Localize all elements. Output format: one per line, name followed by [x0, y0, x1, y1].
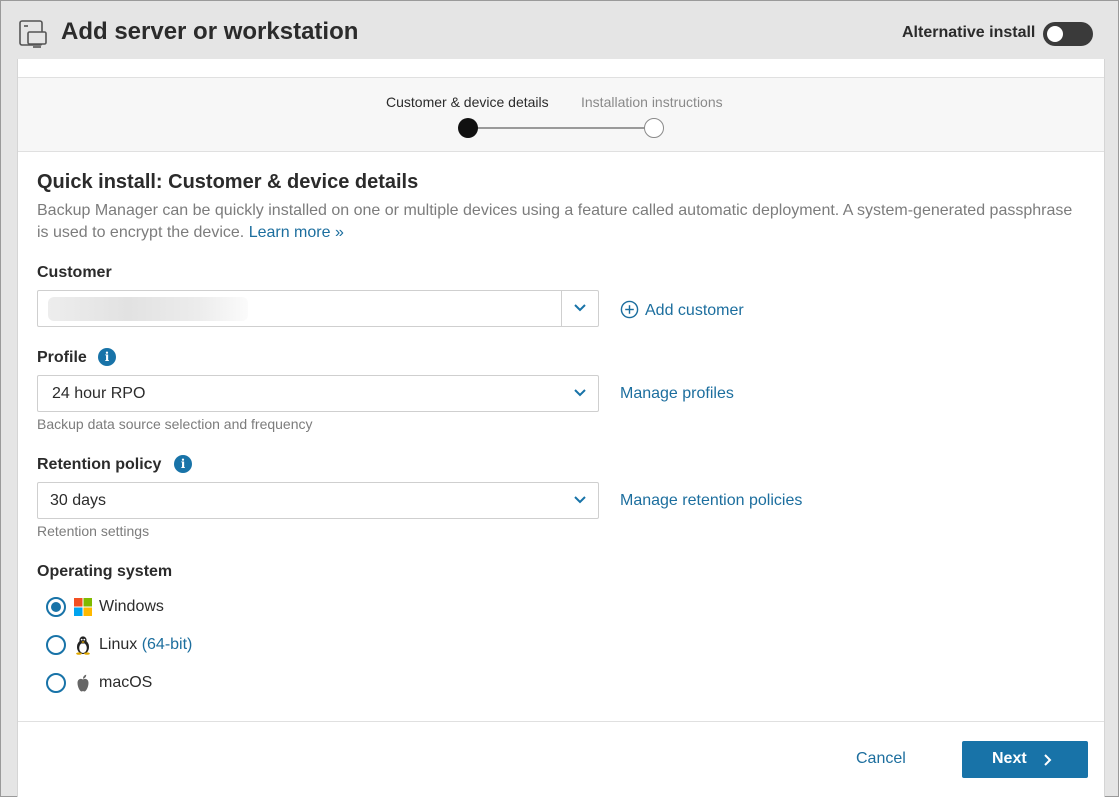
select-divider	[561, 291, 562, 326]
step-customer-details: Customer & device details	[386, 94, 549, 110]
profile-label: Profile	[37, 349, 87, 366]
windows-icon	[74, 598, 92, 616]
dialog-window: Add server or workstation Alternative in…	[0, 0, 1119, 797]
add-customer-link[interactable]: Add customer	[620, 300, 744, 320]
add-customer-label: Add customer	[645, 302, 744, 319]
stepper-line	[468, 127, 654, 129]
alternative-install-toggle[interactable]	[1043, 22, 1093, 46]
chevron-down-icon	[574, 389, 586, 397]
retention-info-icon[interactable]: i	[174, 455, 192, 473]
step-dot-next	[644, 118, 664, 138]
section-title: Quick install: Customer & device details	[37, 171, 419, 193]
macos-label: macOS	[99, 674, 153, 691]
customer-value-redacted	[48, 297, 248, 321]
apple-icon	[77, 674, 89, 692]
linux-64bit-note: (64-bit)	[141, 636, 193, 653]
alternative-install-label: Alternative install	[902, 24, 1036, 41]
retention-value: 30 days	[50, 492, 107, 509]
profile-info-icon[interactable]: i	[98, 348, 116, 366]
step-installation-instructions: Installation instructions	[581, 94, 723, 110]
chevron-down-icon[interactable]	[572, 300, 588, 316]
dialog-header: Add server or workstation Alternative in…	[1, 1, 1118, 61]
learn-more-link[interactable]: Learn more »	[249, 224, 344, 241]
radio-macos[interactable]	[46, 673, 66, 693]
os-label: Operating system	[37, 563, 173, 580]
install-card: Customer & device details Installation i…	[17, 59, 1105, 797]
footer-divider	[18, 721, 1104, 722]
retention-label: Retention policy	[37, 456, 162, 473]
windows-label: Windows	[99, 598, 164, 615]
manage-retention-link[interactable]: Manage retention policies	[620, 492, 802, 510]
radio-windows[interactable]	[46, 597, 66, 617]
retention-select[interactable]: 30 days	[37, 482, 599, 519]
plus-circle-icon	[620, 300, 639, 319]
description-text: Backup Manager can be quickly installed …	[37, 202, 1073, 241]
page-title: Add server or workstation	[61, 18, 359, 45]
chevron-down-icon	[574, 496, 586, 504]
profile-select[interactable]: 24 hour RPO	[37, 375, 599, 412]
linux-label: Linux (64-bit)	[99, 636, 192, 654]
cancel-button[interactable]: Cancel	[856, 750, 906, 768]
manage-profiles-link[interactable]: Manage profiles	[620, 385, 734, 403]
profile-hint: Backup data source selection and frequen…	[37, 416, 313, 432]
radio-linux[interactable]	[46, 635, 66, 655]
chevron-right-icon	[1044, 754, 1052, 766]
toggle-knob	[1047, 26, 1063, 42]
retention-hint: Retention settings	[37, 523, 150, 539]
linux-icon	[76, 636, 90, 655]
stepper: Customer & device details Installation i…	[18, 78, 1104, 152]
customer-select[interactable]	[37, 290, 599, 327]
next-label: Next	[992, 750, 1027, 767]
next-button[interactable]: Next	[962, 741, 1088, 778]
step-dot-current	[458, 118, 478, 138]
server-workstation-icon	[19, 20, 47, 48]
section-description: Backup Manager can be quickly installed …	[37, 200, 1077, 244]
linux-name: Linux	[99, 636, 138, 653]
customer-label: Customer	[37, 264, 112, 281]
profile-value: 24 hour RPO	[52, 385, 146, 402]
